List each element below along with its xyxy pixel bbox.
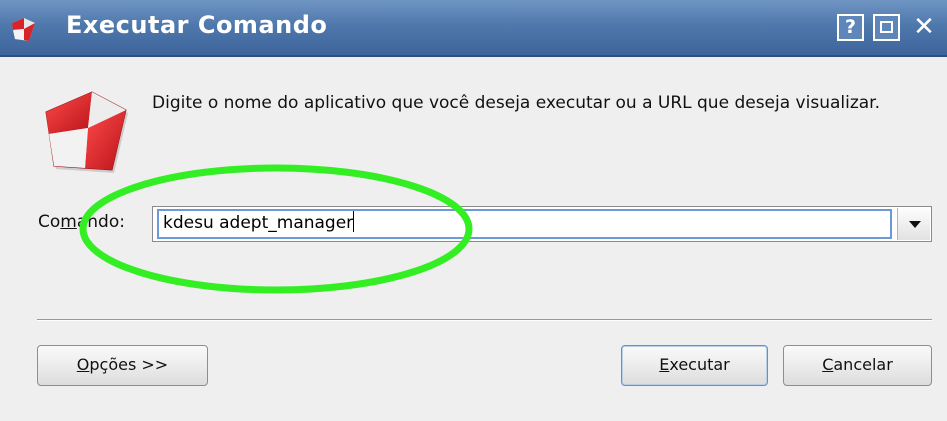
description-text: Digite o nome do aplicativo que você des… <box>152 93 881 113</box>
command-input-value: kdesu adept_manager <box>163 213 354 233</box>
app-icon <box>12 18 35 41</box>
title-bar[interactable]: Executar Comando ? ✕ <box>0 0 947 57</box>
cancel-mnemonic: C <box>822 355 834 374</box>
command-combobox[interactable]: kdesu adept_manager <box>152 206 932 242</box>
chevron-down-icon <box>909 221 921 228</box>
execute-mnemonic: E <box>659 355 670 374</box>
options-mnemonic: O <box>76 355 90 374</box>
command-label-suffix: ando: <box>76 212 125 232</box>
run-command-icon <box>45 91 128 173</box>
window-title: Executar Comando <box>66 11 328 39</box>
close-button[interactable]: ✕ <box>909 14 939 41</box>
command-label: Comando: <box>38 212 125 232</box>
text-caret <box>353 211 355 232</box>
cancel-label: ancelar <box>833 355 893 374</box>
run-command-dialog: Executar Comando ? ✕ Digite o nome do ap… <box>0 0 947 421</box>
maximize-icon <box>880 21 893 33</box>
cancel-button[interactable]: Cancelar <box>783 345 932 386</box>
command-input[interactable]: kdesu adept_manager <box>157 209 892 239</box>
maximize-button[interactable] <box>873 14 900 41</box>
help-button[interactable]: ? <box>837 14 864 41</box>
options-button[interactable]: Opções >> <box>37 345 208 386</box>
command-label-mnemonic: m <box>60 212 77 232</box>
command-label-prefix: Co <box>38 212 61 232</box>
options-label: pções >> <box>89 355 169 374</box>
execute-button[interactable]: Executar <box>621 345 768 386</box>
execute-label: xecutar <box>669 355 730 374</box>
separator <box>37 319 932 321</box>
dropdown-button[interactable] <box>897 208 930 240</box>
